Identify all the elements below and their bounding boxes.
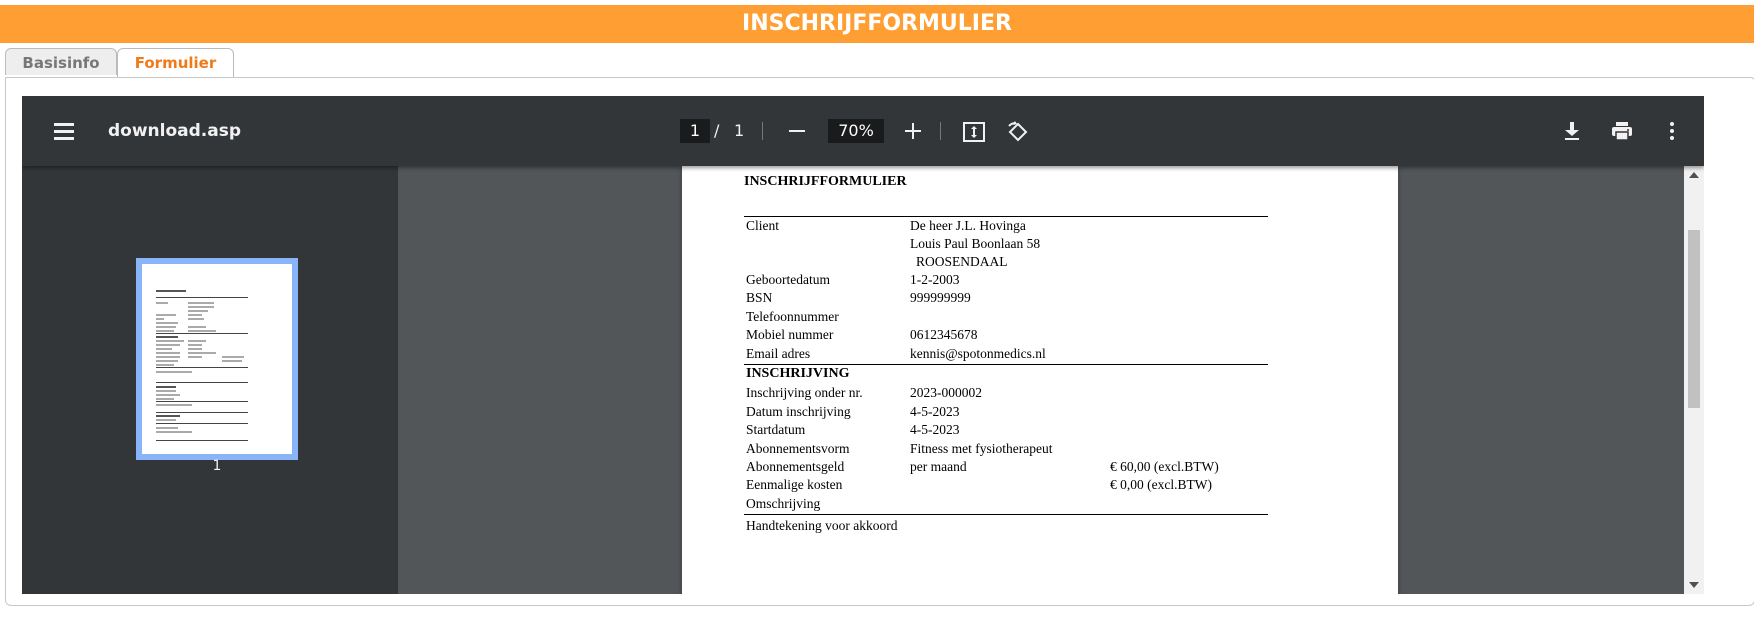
toolbar-divider: [762, 122, 763, 140]
pdf-viewer: download.asp 1 / 1 70% 1 INSCHRIJFFORMUL…: [22, 96, 1704, 594]
document-scrollbar[interactable]: [1684, 166, 1704, 594]
field-label: Abonnementsgeld: [746, 459, 845, 474]
signature-label: Handtekening voor akkoord: [746, 518, 898, 533]
field-label: Abonnementsvorm: [746, 441, 850, 456]
field-label: Eenmalige kosten: [746, 477, 843, 492]
rotate-icon[interactable]: [1006, 120, 1030, 144]
field-value: 2023-000002: [910, 385, 982, 400]
page-thumbnail[interactable]: [136, 258, 298, 460]
field-label: Telefoonnummer: [746, 309, 839, 324]
pdf-page: INSCHRIJFFORMULIER Client De heer J.L. H…: [682, 166, 1398, 594]
scroll-up-arrow-icon[interactable]: [1689, 172, 1699, 178]
zoom-out-icon[interactable]: [786, 120, 808, 142]
page-number-input[interactable]: 1: [680, 119, 710, 143]
field-amount: € 60,00 (excl.BTW): [1110, 459, 1219, 474]
field-label: Startdatum: [746, 422, 806, 437]
toolbar-divider: [940, 122, 941, 140]
client-address: Louis Paul Boonlaan 58: [910, 236, 1041, 251]
field-value: 0612345678: [910, 327, 978, 342]
pdf-filename: download.asp: [108, 121, 242, 141]
field-label: Geboortedatum: [746, 272, 830, 287]
pdf-toolbar: download.asp 1 / 1 70%: [22, 96, 1704, 166]
field-value: 1-2-2003: [910, 272, 960, 287]
field-value: 4-5-2023: [910, 404, 960, 419]
menu-icon[interactable]: [52, 119, 76, 143]
thumbnail-sidebar: 1: [22, 166, 398, 594]
divider: [744, 216, 1268, 217]
client-city: ROOSENDAAL: [916, 254, 1008, 269]
divider: [744, 364, 1268, 365]
tab-formulier[interactable]: Formulier: [117, 48, 234, 77]
download-icon[interactable]: [1560, 119, 1584, 143]
scrollbar-thumb[interactable]: [1688, 230, 1700, 408]
client-label: Client: [746, 218, 779, 233]
fit-to-page-icon[interactable]: [962, 120, 986, 144]
field-label: Inschrijving onder nr.: [746, 385, 863, 400]
zoom-in-icon[interactable]: [902, 120, 924, 142]
section-heading: INSCHRIJVING: [746, 366, 850, 381]
divider: [744, 514, 1268, 515]
field-label: Omschrijving: [746, 496, 821, 511]
document-title: INSCHRIJFFORMULIER: [744, 174, 907, 189]
page-separator: /: [714, 121, 720, 140]
field-value: per maand: [910, 459, 967, 474]
scroll-down-arrow-icon[interactable]: [1689, 582, 1699, 588]
field-label: BSN: [746, 290, 773, 305]
more-options-icon[interactable]: [1660, 119, 1684, 143]
thumbnail-page-number: 1: [212, 458, 222, 474]
print-icon[interactable]: [1610, 119, 1634, 143]
field-value: kennis@spotonmedics.nl: [910, 346, 1046, 361]
field-label: Email adres: [746, 346, 811, 361]
field-amount: € 0,00 (excl.BTW): [1110, 477, 1212, 492]
field-value: 999999999: [910, 290, 971, 305]
field-label: Datum inschrijving: [746, 404, 851, 419]
field-label: Mobiel nummer: [746, 327, 834, 342]
client-name: De heer J.L. Hovinga: [910, 218, 1026, 233]
tab-basisinfo[interactable]: Basisinfo: [5, 48, 117, 75]
field-value: 4-5-2023: [910, 422, 960, 437]
page-total: 1: [734, 121, 745, 140]
page-title: INSCHRIJFFORMULIER: [0, 5, 1754, 43]
field-value: Fitness met fysiotherapeut: [910, 441, 1053, 456]
zoom-level-input[interactable]: 70%: [828, 119, 884, 143]
